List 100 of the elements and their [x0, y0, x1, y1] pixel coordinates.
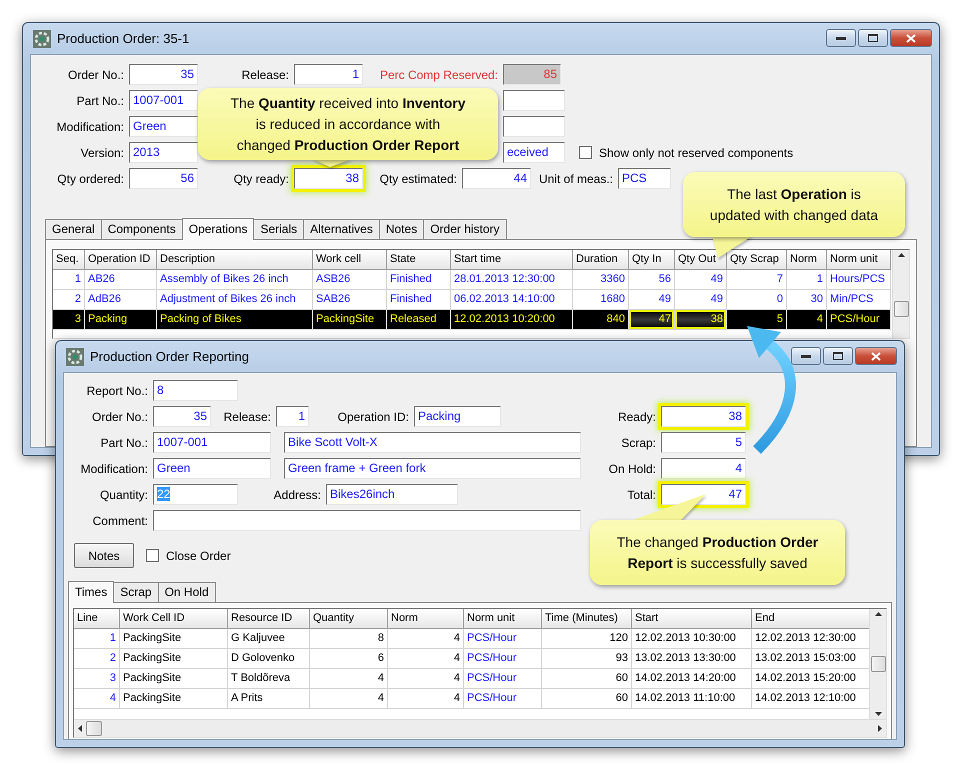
table-cell[interactable]: PackingSite	[313, 310, 387, 330]
column-header[interactable]: Qty Out	[675, 250, 727, 270]
close-button[interactable]	[890, 29, 932, 47]
column-header[interactable]: Qty Scrap	[727, 250, 787, 270]
input-field[interactable]: Green	[153, 458, 271, 479]
table-cell[interactable]: 12.02.2013 10:20:00	[451, 310, 573, 330]
input-field[interactable]: 38	[661, 406, 746, 427]
column-header[interactable]: Work Cell ID	[120, 609, 228, 629]
column-header[interactable]: Duration	[573, 250, 629, 270]
column-header[interactable]: Description	[157, 250, 313, 270]
column-header[interactable]: End	[752, 609, 869, 629]
table-cell[interactable]: 14.02.2013 11:10:00	[632, 689, 752, 709]
column-header[interactable]: Start time	[451, 250, 573, 270]
input-field[interactable]: Green frame + Green fork	[284, 458, 581, 479]
table-cell[interactable]: 0	[727, 290, 787, 310]
column-header[interactable]: Qty In	[629, 250, 675, 270]
table-cell[interactable]: 4	[310, 669, 388, 689]
column-header[interactable]: Norm unit	[827, 250, 891, 270]
input-field[interactable]: 35	[129, 64, 198, 85]
input-field[interactable]: Bike Scott Volt-X	[284, 432, 581, 453]
tab[interactable]: Operations	[182, 218, 254, 240]
table-cell[interactable]: 93	[542, 649, 632, 669]
input-field[interactable]: 5	[661, 432, 746, 453]
input-field[interactable]: 1	[276, 406, 309, 427]
table-cell[interactable]: PackingSite	[120, 629, 228, 649]
notes-button[interactable]: Notes	[74, 543, 134, 568]
table-cell[interactable]: Finished	[387, 290, 451, 310]
table-cell[interactable]: PackingSite	[120, 649, 228, 669]
table-cell[interactable]: PackingSite	[120, 689, 228, 709]
input-field[interactable]: eceived	[503, 142, 565, 163]
table-cell[interactable]: 60	[542, 669, 632, 689]
table-cell[interactable]: 47	[629, 310, 675, 330]
input-field[interactable]: 47	[661, 484, 746, 505]
tab[interactable]: Notes	[378, 219, 424, 239]
tab[interactable]: Scrap	[113, 582, 159, 602]
column-header[interactable]: Operation ID	[85, 250, 157, 270]
table-cell[interactable]: 4	[388, 689, 464, 709]
input-field[interactable]	[153, 510, 581, 531]
maximize-button[interactable]	[823, 347, 853, 365]
table-cell[interactable]: 4	[74, 689, 120, 709]
column-header[interactable]: Seq.	[53, 250, 85, 270]
table-cell[interactable]: 12.02.2013 10:30:00	[632, 629, 752, 649]
table-cell[interactable]: 3360	[573, 270, 629, 290]
table-cell[interactable]: AdB26	[85, 290, 157, 310]
input-field[interactable]: 56	[129, 168, 198, 189]
table-cell[interactable]: Assembly of Bikes 26 inch	[157, 270, 313, 290]
table-cell[interactable]: 5	[727, 310, 787, 330]
input-field[interactable]: PCS	[618, 168, 671, 189]
table-cell[interactable]: 56	[629, 270, 675, 290]
column-header[interactable]: Resource ID	[228, 609, 310, 629]
scroll-thumb[interactable]	[870, 656, 886, 672]
minimize-button[interactable]	[826, 29, 856, 47]
scrollbar[interactable]	[869, 609, 886, 719]
table-cell[interactable]: 4	[388, 669, 464, 689]
tab[interactable]: Serials	[253, 219, 304, 239]
column-header[interactable]: Norm unit	[464, 609, 542, 629]
table-cell[interactable]: 30	[787, 290, 827, 310]
table-cell[interactable]: 4	[388, 629, 464, 649]
close-button[interactable]	[855, 347, 897, 365]
minimize-button[interactable]	[791, 347, 821, 365]
table-cell[interactable]: 49	[629, 290, 675, 310]
tab[interactable]: Alternatives	[303, 219, 380, 239]
checkbox[interactable]: Close Order	[146, 548, 231, 562]
table-cell[interactable]: 120	[542, 629, 632, 649]
input-field[interactable]: 1007-001	[129, 90, 198, 111]
table-cell[interactable]: Hours/PCS	[827, 270, 891, 290]
column-header[interactable]: Work cell	[313, 250, 387, 270]
table-cell[interactable]: 8	[310, 629, 388, 649]
table-cell[interactable]: 1	[53, 270, 85, 290]
table-cell[interactable]: 49	[675, 290, 727, 310]
maximize-button[interactable]	[858, 29, 888, 47]
input-field[interactable]: 44	[462, 168, 531, 189]
table-cell[interactable]: T Boldõreva	[228, 669, 310, 689]
table-cell[interactable]: SAB26	[313, 290, 387, 310]
table-cell[interactable]: 840	[573, 310, 629, 330]
input-field[interactable]: Bikes26inch	[326, 484, 458, 505]
table-cell[interactable]: 2	[74, 649, 120, 669]
column-header[interactable]: State	[387, 250, 451, 270]
table-cell[interactable]: 6	[310, 649, 388, 669]
table-cell[interactable]: PackingSite	[120, 669, 228, 689]
table-cell[interactable]: 13.02.2013 13:30:00	[632, 649, 752, 669]
table-cell[interactable]: 3	[74, 669, 120, 689]
scrollbar[interactable]	[74, 719, 886, 737]
column-header[interactable]: Norm	[787, 250, 827, 270]
input-field[interactable]: 4	[661, 458, 746, 479]
column-header[interactable]: Start	[632, 609, 752, 629]
table-cell[interactable]: D Golovenko	[228, 649, 310, 669]
table-cell[interactable]: AB26	[85, 270, 157, 290]
table-cell[interactable]: 28.01.2013 12:30:00	[451, 270, 573, 290]
input-field[interactable]	[503, 90, 565, 111]
table-cell[interactable]: 60	[542, 689, 632, 709]
scroll-thumb[interactable]	[86, 721, 102, 736]
table-cell[interactable]: Packing of Bikes	[157, 310, 313, 330]
tab[interactable]: On Hold	[158, 582, 216, 602]
input-field[interactable]: Green	[129, 116, 198, 137]
tab[interactable]: Times	[68, 581, 114, 603]
column-header[interactable]: Quantity	[310, 609, 388, 629]
table-cell[interactable]: 7	[727, 270, 787, 290]
column-header[interactable]: Time (Minutes)	[542, 609, 632, 629]
table-cell[interactable]: 06.02.2013 14:10:00	[451, 290, 573, 310]
